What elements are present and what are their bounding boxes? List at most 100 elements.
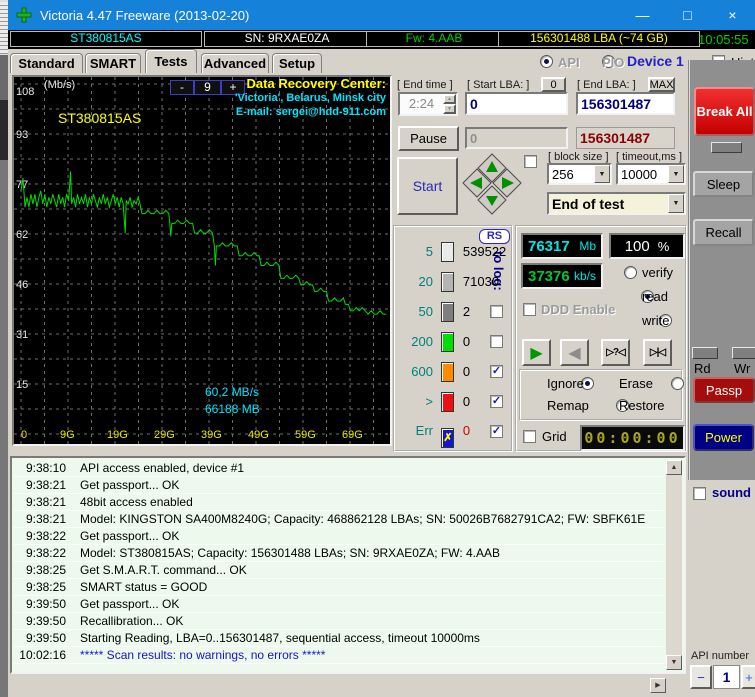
defect-mode-groupbox [519,369,683,421]
clock: 10:05:55 [698,32,749,47]
start-lba-input[interactable]: 0 [465,92,568,115]
to-log-checkbox-err[interactable]: ✓ [490,425,503,438]
dropdown-icon[interactable]: ▼ [668,165,684,183]
step-button[interactable]: ▷|◁ [643,339,672,366]
log-row: 9:38:10 API access enabled, device #1 [14,460,664,477]
banner-line3: E-mail: sergei@hdd-911.com [235,106,386,118]
api-radio[interactable] [540,55,553,68]
power-button[interactable]: Power [693,424,754,451]
break-all-button[interactable]: Break All [694,87,755,136]
latency-stats-panel: RS to log: 5 539522 20 71030 50 2 200 0 … [393,225,513,452]
log-vertical-scrollbar[interactable]: ▲ ▼ [666,460,682,670]
device-label: Device 1 [627,53,684,69]
pio-radio-label: PIO [602,55,625,70]
position-value: 76317 [528,237,570,255]
back-button[interactable]: ◀ [560,339,589,366]
write-led [732,347,755,359]
log-text: SMART status = GOOD [80,580,208,594]
to-log-checkbox-200[interactable] [490,335,503,348]
latency-count: 539522 [462,244,507,259]
tab-standard[interactable]: Standard [10,53,83,73]
log-text: Get passport... OK [80,597,180,611]
log-time: 9:38:22 [25,546,66,560]
dpad [462,153,522,215]
log-time: 9:38:25 [25,580,66,594]
latency-swatch [441,362,455,382]
current-end-lba-field: 156301487 [576,127,675,149]
play-button[interactable]: ▶ [522,339,551,366]
end-time-label: [ End time ] [397,79,453,91]
grid-checkbox[interactable] [523,430,536,443]
position-display: 76317 Mb [521,233,603,259]
block-size-label: [ block size ] [548,151,609,163]
log-time: 9:38:10 [25,461,66,475]
start-lba-reset-button[interactable]: 0 [541,77,566,92]
seek-retry-button[interactable]: ▷?◁ [601,339,630,366]
speed-graph-panel: 108 93 77 62 46 31 15 0 9G 19G 29G 39G 49G 59G 69G (Mb… [12,75,392,446]
to-log-checkbox-gt[interactable]: ✓ [490,395,503,408]
dropdown-icon[interactable]: ▼ [668,194,684,213]
svg-text:31: 31 [16,329,28,341]
log-row: 9:39:50 Starting Reading, LBA=0..15630148… [14,630,664,647]
svg-text:15: 15 [16,379,28,391]
sleep-button[interactable]: Sleep [693,171,754,197]
svg-text:39G: 39G [201,429,222,441]
verify-radio[interactable] [624,266,637,279]
log-text: Get passport... OK [80,478,180,492]
position-unit: Mb [579,239,596,253]
graph-zoom-spinner: - 9 + [170,80,245,95]
erase-radio[interactable] [670,377,684,390]
log-text: API access enabled, device #1 [80,461,245,475]
timeout-select[interactable]: 10000 ▼ [616,163,686,185]
ddd-enable-checkbox[interactable] [523,303,536,316]
maximize-button[interactable]: □ [665,0,710,30]
read-label: read [642,289,669,304]
end-lba-max-button[interactable]: MAX [648,77,675,92]
to-log-checkbox-600[interactable]: ✓ [490,365,503,378]
app-icon[interactable] [16,7,32,23]
end-lba-input[interactable]: 156301487 [576,92,675,115]
sound-checkbox[interactable] [693,487,706,500]
grid-label: Grid [542,429,567,444]
spin-down-icon[interactable]: ▼ [443,104,456,114]
end-time-spinner[interactable]: 2:24 ▲ ▼ [398,92,458,116]
log-panel[interactable]: 9:38:10 API access enabled, device #1 9:3… [10,456,686,674]
log-scroll-right-icon[interactable]: ▶ [650,678,666,693]
tab-advanced[interactable]: Advanced [201,53,269,73]
tab-smart[interactable]: SMART [85,53,141,73]
passp-button[interactable]: Passp [693,377,755,403]
tab-tests[interactable]: Tests [145,49,197,73]
tab-setup[interactable]: Setup [272,53,322,73]
to-log-checkbox-50[interactable] [490,305,503,318]
api-number-plus-button[interactable]: + [741,665,755,689]
scroll-up-icon[interactable]: ▲ [666,460,682,475]
start-button[interactable]: Start [397,157,458,215]
dropdown-icon[interactable]: ▼ [594,165,610,183]
end-action-select[interactable]: End of test ▼ [547,192,686,215]
latency-count: 71030 [462,274,500,289]
log-time: 9:39:50 [25,597,66,611]
end-lba-label: [ End LBA: ] [577,79,636,91]
dpad-checkbox[interactable] [524,155,537,168]
drive-model-cell: ST380815AS [10,31,202,47]
drive-capacity-cell: 156301488 LBA (~74 GB) [498,31,700,47]
pause-button[interactable]: Pause [398,126,459,151]
start-lba-label: [ Start LBA: ] [467,79,530,91]
end-action-value: End of test [552,195,625,212]
background-window-lines [0,2,8,54]
minimize-button[interactable]: — [620,0,665,30]
recall-button[interactable]: Recall [693,219,754,246]
close-button[interactable]: × [710,0,755,30]
spin-up-icon[interactable]: ▲ [443,94,456,104]
api-radio-label: API [558,55,580,70]
drive-info-bar: ST380815AS SN: 9RXAE0ZA Fw: 4.AAB 156301… [8,30,755,49]
sound-label: sound [712,485,751,500]
block-size-select[interactable]: 256 ▼ [547,163,612,185]
log-text: 48bit access enabled [80,495,193,509]
graph-zoom-minus-button[interactable]: - [170,80,194,95]
latency-count: 2 [462,304,471,319]
api-number-minus-button[interactable]: − [690,665,712,689]
log-row: 9:38:21 Get passport... OK [14,477,664,494]
scroll-down-icon[interactable]: ▼ [666,655,682,670]
log-text: Get passport... OK [80,529,180,543]
